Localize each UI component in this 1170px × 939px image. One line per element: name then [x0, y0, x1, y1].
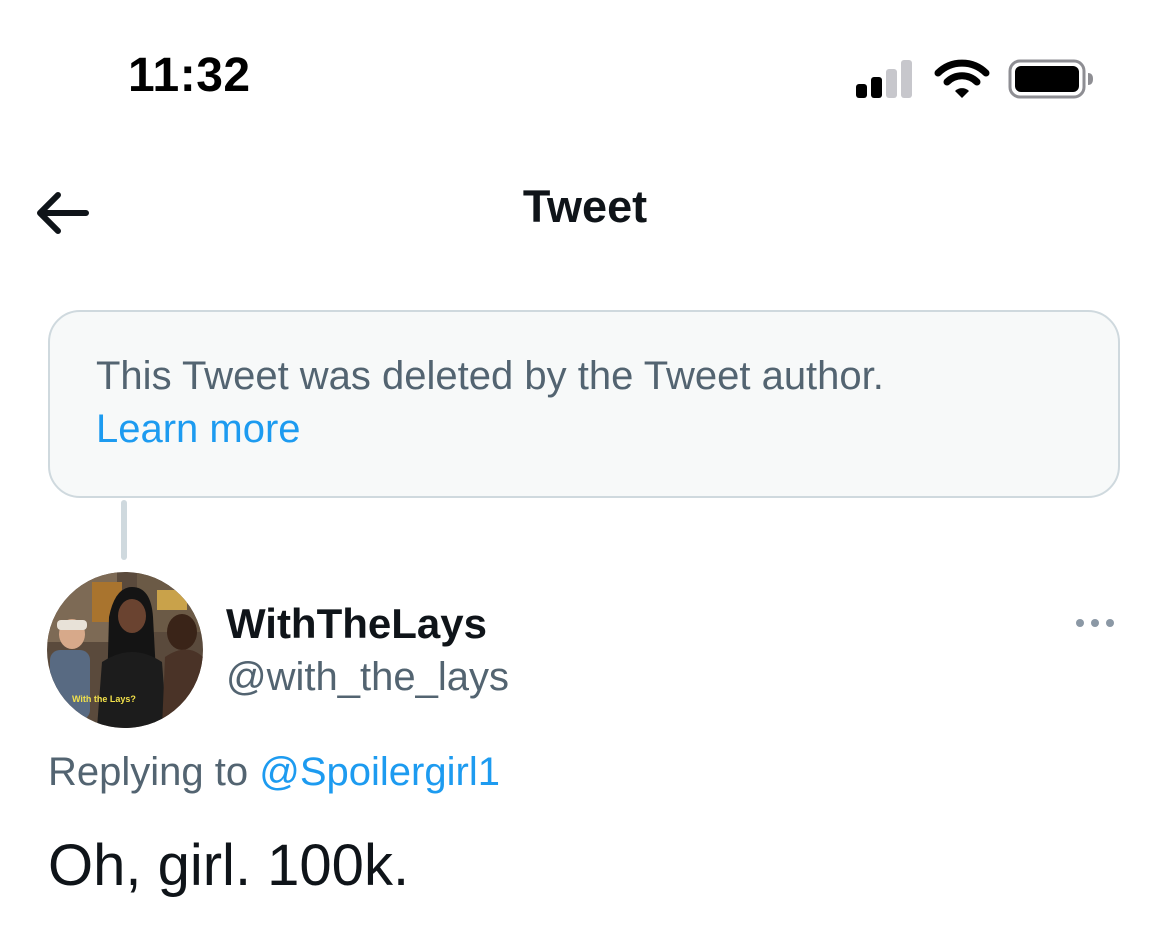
cellular-signal-icon [856, 60, 914, 98]
deleted-tweet-notice: This Tweet was deleted by the Tweet auth… [48, 310, 1120, 498]
page-title: Tweet [522, 181, 648, 232]
more-options-icon[interactable] [1072, 610, 1118, 636]
status-time: 11:32 [128, 49, 251, 102]
deleted-notice-text: This Tweet was deleted by the Tweet auth… [96, 354, 884, 398]
status-bar: 11:32 [0, 0, 1170, 150]
top-nav: Tweet [0, 150, 1170, 270]
avatar-caption: With the Lays? [72, 694, 136, 704]
learn-more-link[interactable]: Learn more [96, 403, 1072, 456]
replying-to-user-link[interactable]: @Spoilergirl1 [259, 750, 500, 794]
replying-prefix: Replying to [48, 750, 249, 794]
wifi-icon [934, 58, 990, 100]
replying-to: Replying to @Spoilergirl1 [48, 750, 500, 795]
battery-icon [1008, 59, 1094, 99]
thread-connector-line [121, 500, 127, 560]
user-handle[interactable]: @with_the_lays [226, 655, 509, 700]
tweet-text: Oh, girl. 100k. [48, 833, 410, 898]
avatar[interactable]: With the Lays? [47, 572, 203, 728]
display-name[interactable]: WithTheLays [226, 600, 487, 648]
